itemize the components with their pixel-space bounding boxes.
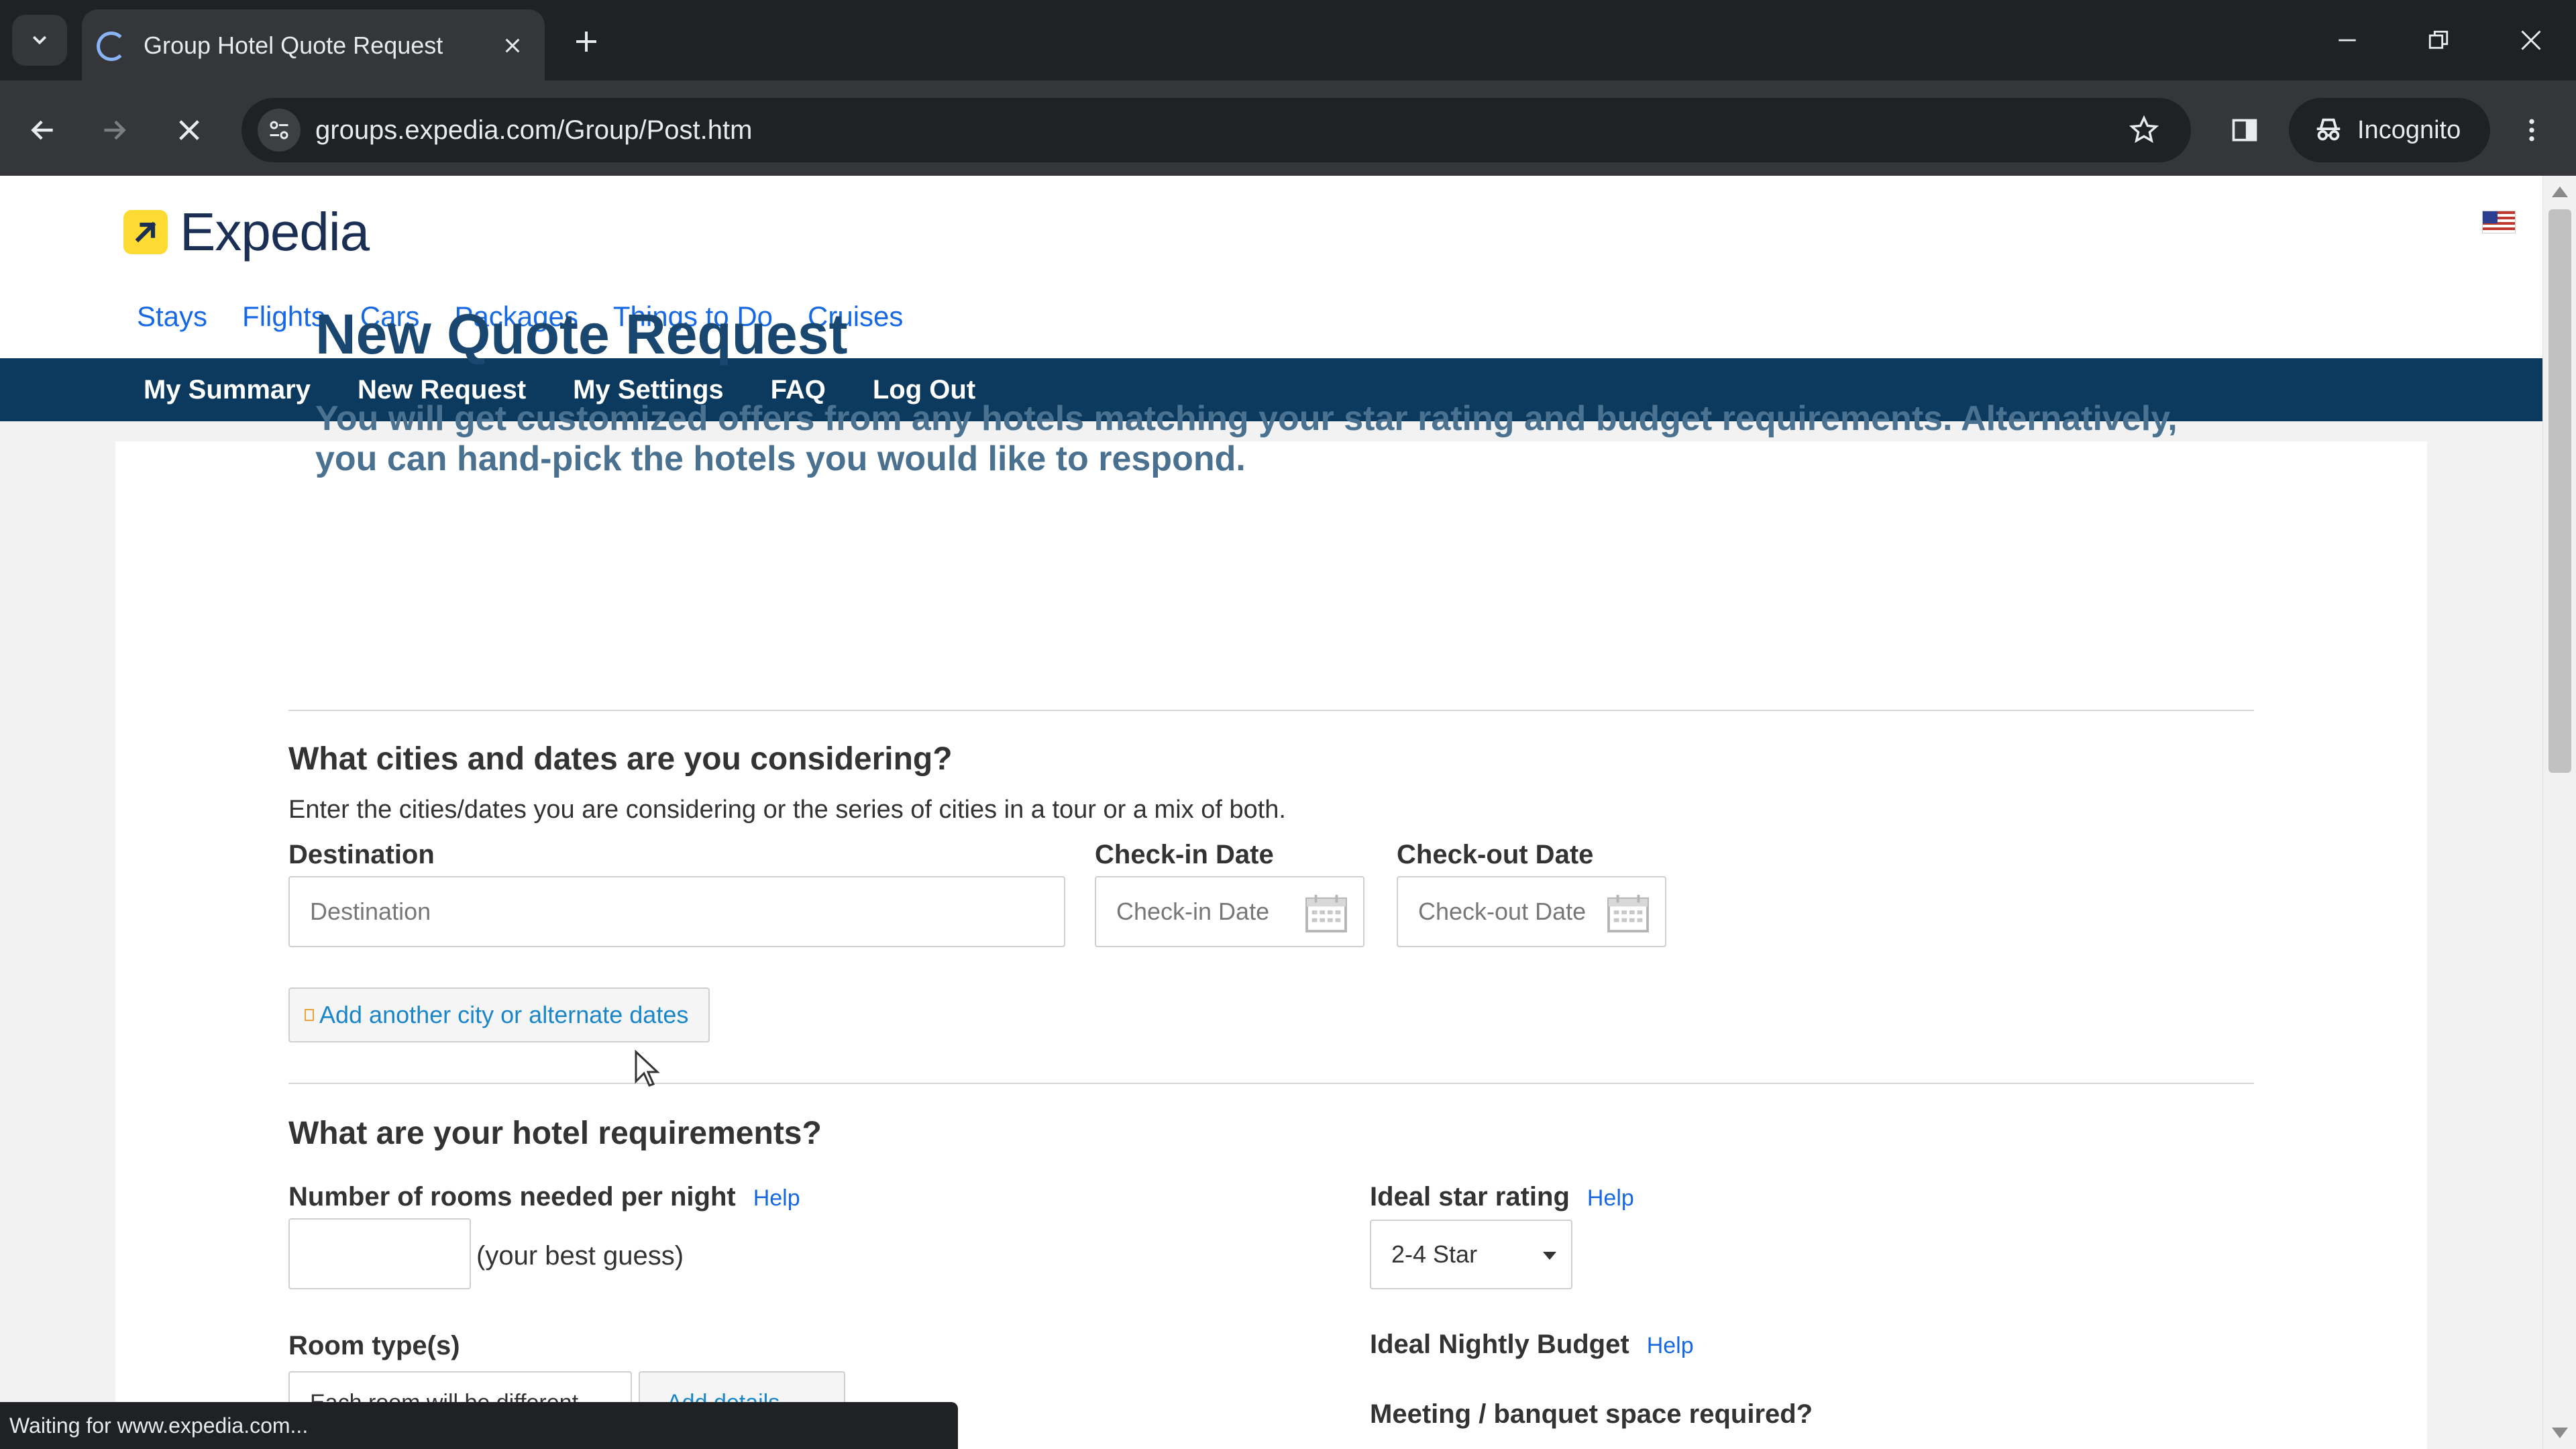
destination-placeholder: Destination <box>310 898 431 925</box>
bookmark-button[interactable] <box>2124 110 2164 150</box>
rooms-hint: (your best guess) <box>476 1241 684 1271</box>
close-icon <box>2521 30 2541 50</box>
hotel-requirements-heading: What are your hotel requirements? <box>288 1116 822 1151</box>
new-tab-button[interactable] <box>566 21 606 62</box>
tab-close-button[interactable] <box>494 27 531 64</box>
budget-label-text: Ideal Nightly Budget <box>1370 1330 1629 1359</box>
meeting-space-label: Meeting / banquet space required? <box>1370 1399 1813 1429</box>
page-scrollbar[interactable] <box>2542 176 2576 1449</box>
status-bubble: Waiting for www.expedia.com... <box>0 1402 958 1449</box>
arrow-right-icon <box>104 120 126 140</box>
checkin-input[interactable]: Check-in Date <box>1095 876 1364 947</box>
scrollbar-thumb[interactable] <box>2548 209 2571 773</box>
cities-heading: What cities and dates are you considerin… <box>288 741 953 777</box>
tab-search-button[interactable] <box>12 15 67 66</box>
incognito-indicator[interactable]: Incognito <box>2289 98 2490 162</box>
more-vertical-icon <box>2529 119 2534 142</box>
divider <box>288 710 2254 711</box>
tab-title: Group Hotel Quote Request <box>144 32 443 59</box>
destination-label: Destination <box>288 840 435 869</box>
active-tab[interactable]: Group Hotel Quote Request <box>82 9 545 80</box>
close-icon <box>505 38 520 53</box>
scroll-up-arrow-icon[interactable] <box>2552 186 2568 197</box>
checkout-label: Check-out Date <box>1397 840 1594 869</box>
nav-flights[interactable]: Flights <box>242 297 325 337</box>
url-text[interactable]: groups.expedia.com/Group/Post.htm <box>315 98 752 162</box>
destination-input[interactable]: Destination <box>288 876 1065 947</box>
caret-down-icon <box>1543 1252 1556 1260</box>
side-panel-icon <box>2232 119 2257 142</box>
calendar-icon[interactable] <box>1607 894 1649 932</box>
loading-spinner-icon <box>97 32 126 61</box>
cities-help-text: Enter the cities/dates you are consideri… <box>288 796 1286 824</box>
page-title: New Quote Request <box>315 303 848 366</box>
calendar-icon[interactable] <box>1305 894 1347 932</box>
divider <box>288 1083 2254 1084</box>
close-window-button[interactable] <box>2508 19 2555 62</box>
browser-toolbar: groups.expedia.com/Group/Post.htm Incogn… <box>0 80 2576 176</box>
star-rating-label: Ideal star rating Help <box>1370 1182 1634 1212</box>
forward-button[interactable] <box>90 106 138 154</box>
expedia-arrow-icon <box>123 210 168 254</box>
arrow-left-icon <box>31 120 53 140</box>
add-icon <box>305 1009 314 1021</box>
site-info-button[interactable] <box>258 109 301 152</box>
rooms-label: Number of rooms needed per night Help <box>288 1182 800 1212</box>
logo-wordmark: Expedia <box>180 202 370 262</box>
budget-help-link[interactable]: Help <box>1647 1333 1694 1358</box>
expedia-logo[interactable]: Expedia <box>123 200 370 264</box>
restore-button[interactable] <box>2415 19 2462 62</box>
tab-strip: Group Hotel Quote Request <box>0 0 2576 80</box>
star-rating-label-text: Ideal star rating <box>1370 1182 1570 1212</box>
rooms-help-link[interactable]: Help <box>753 1185 800 1211</box>
rooms-input[interactable] <box>288 1218 471 1289</box>
minimize-icon <box>2339 39 2356 42</box>
status-text: Waiting for www.expedia.com... <box>9 1413 309 1438</box>
star-rating-value: 2-4 Star <box>1391 1240 1478 1268</box>
chevron-down-icon <box>32 36 47 45</box>
browser-window: Group Hotel Quote Request groups.expedia… <box>0 0 2576 1449</box>
intro-text: You will get customized offers from any … <box>315 399 2178 478</box>
checkin-placeholder: Check-in Date <box>1116 898 1270 925</box>
incognito-label: Incognito <box>2357 115 2461 144</box>
scroll-down-arrow-icon[interactable] <box>2552 1428 2568 1438</box>
browser-menu-button[interactable] <box>2508 106 2556 154</box>
restore-icon <box>2428 30 2449 49</box>
room-types-label: Room type(s) <box>288 1331 460 1360</box>
nav-my-summary[interactable]: My Summary <box>144 358 311 421</box>
star-icon <box>2129 115 2159 144</box>
incognito-icon <box>2316 118 2341 141</box>
budget-label: Ideal Nightly Budget Help <box>1370 1330 1694 1360</box>
close-icon <box>179 120 199 140</box>
add-city-label: Add another city or alternate dates <box>319 1001 689 1028</box>
minimize-button[interactable] <box>2324 19 2371 62</box>
nav-stays[interactable]: Stays <box>137 297 207 337</box>
tune-icon <box>270 121 288 140</box>
rooms-label-text: Number of rooms needed per night <box>288 1182 736 1212</box>
mouse-cursor-icon <box>635 1049 660 1087</box>
side-panel-button[interactable] <box>2220 106 2269 154</box>
checkin-label: Check-in Date <box>1095 840 1274 869</box>
checkout-input[interactable]: Check-out Date <box>1397 876 1666 947</box>
star-help-link[interactable]: Help <box>1587 1185 1634 1211</box>
back-button[interactable] <box>19 106 67 154</box>
plus-icon <box>576 32 596 52</box>
add-city-button[interactable]: Add another city or alternate dates <box>288 987 710 1042</box>
address-bar[interactable]: groups.expedia.com/Group/Post.htm <box>241 98 2191 162</box>
star-rating-select[interactable]: 2-4 Star <box>1370 1220 1572 1289</box>
checkout-placeholder: Check-out Date <box>1418 898 1587 925</box>
stop-loading-button[interactable] <box>165 106 213 154</box>
us-flag-icon[interactable] <box>2482 211 2516 233</box>
